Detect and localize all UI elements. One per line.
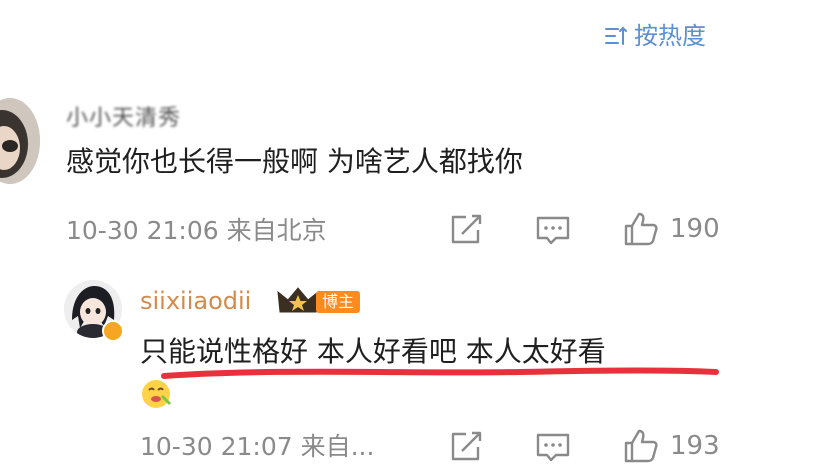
reply-button[interactable]	[534, 213, 572, 251]
crown-icon	[276, 286, 320, 316]
sort-label: 按热度	[634, 22, 706, 50]
like-button[interactable]: 190	[622, 210, 720, 248]
verified-badge-icon	[102, 320, 124, 342]
comment-icon	[536, 216, 570, 245]
blogger-badge: 博主	[316, 291, 361, 313]
commenter-username[interactable]: 小小天清秀	[66, 100, 181, 132]
share-button[interactable]	[448, 213, 484, 251]
emoji-icon	[140, 378, 172, 410]
comment-icon	[536, 433, 570, 462]
comment-meta: 10-30 21:06 来自北京	[66, 216, 327, 245]
comment-text: 感觉你也长得一般啊 为啥艺人都找你	[66, 145, 523, 178]
like-count: 190	[670, 214, 720, 244]
reply-button[interactable]	[534, 430, 572, 468]
thumbs-up-icon	[624, 212, 658, 246]
commenter-avatar[interactable]	[0, 98, 40, 184]
thumbs-up-icon	[624, 429, 658, 463]
sort-by-hot-button[interactable]: 按热度	[604, 20, 706, 52]
share-icon	[451, 214, 482, 244]
sort-icon	[605, 26, 627, 45]
red-underline-annotation	[160, 360, 720, 384]
blogger-username[interactable]: siixiiaodii	[140, 285, 251, 317]
share-icon	[451, 431, 482, 461]
like-count: 193	[670, 431, 720, 461]
reply-meta: 10-30 21:07 来自...	[140, 432, 375, 461]
like-button[interactable]: 193	[622, 427, 720, 465]
share-button[interactable]	[448, 430, 484, 468]
